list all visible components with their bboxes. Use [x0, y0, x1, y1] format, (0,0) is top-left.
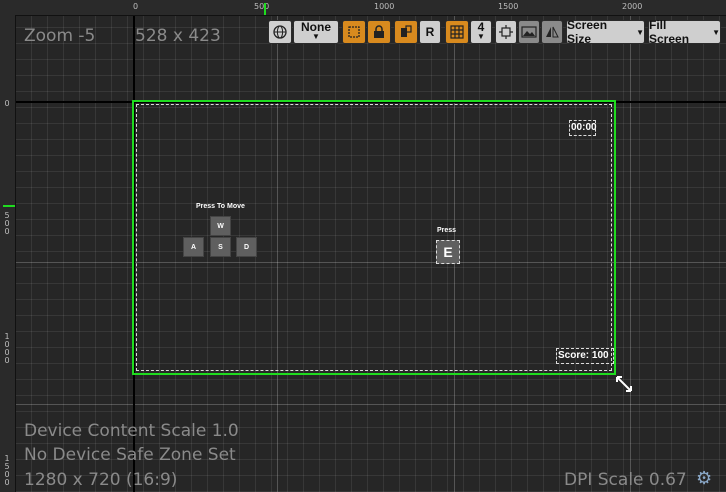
safe-zone-text: No Device Safe Zone Set	[24, 445, 236, 465]
lock-icon[interactable]	[367, 20, 391, 44]
key-label: S	[218, 243, 223, 251]
safe-area-outline	[136, 104, 612, 371]
localization-icon[interactable]	[394, 20, 418, 44]
ruler-tick-label: 2000	[622, 2, 643, 11]
grid-line	[16, 404, 726, 405]
respect-locks-label: R	[425, 25, 435, 39]
grid-icon[interactable]	[445, 20, 469, 44]
key-label: E	[443, 244, 453, 260]
score-text: Score: 100	[558, 350, 609, 361]
ruler-corner	[0, 0, 15, 15]
ruler-tick-label: 0	[4, 99, 10, 108]
key-label: W	[217, 222, 224, 230]
respect-locks-button[interactable]: R	[419, 20, 441, 44]
grid-line	[630, 16, 631, 492]
score-widget[interactable]: Score: 100	[556, 348, 614, 364]
viewport-resolution-text: 528 x 423	[135, 26, 221, 46]
key-d[interactable]: D	[236, 237, 257, 257]
ruler-tick-label: 1500	[4, 454, 10, 487]
dpi-scale-text: DPI Scale 0.67	[564, 470, 687, 490]
chevron-down-icon: ▼	[712, 27, 720, 37]
key-s[interactable]: S	[210, 237, 231, 257]
fill-screen-dropdown[interactable]: Fill Screen ▼	[648, 18, 721, 46]
ruler-tick-label: 0	[133, 2, 139, 11]
move-hint-title: Press To Move	[196, 203, 245, 210]
fill-screen-label: Fill Screen	[649, 18, 690, 46]
chevron-down-icon: ▼	[636, 27, 644, 37]
zoom-level-text: Zoom -5	[24, 26, 96, 46]
preview-mode-label: None	[301, 20, 331, 34]
ruler-cursor-marker	[3, 205, 15, 207]
key-e[interactable]: E	[436, 240, 460, 264]
globe-icon[interactable]	[268, 20, 292, 44]
device-content-scale-text: Device Content Scale 1.0	[24, 421, 239, 441]
chevron-down-icon: ▼	[312, 32, 320, 41]
mirror-icon[interactable]	[541, 20, 563, 44]
ruler-cursor-marker	[264, 3, 266, 15]
device-frame: 00:00 Press To Move W A S D Press E Scor…	[132, 100, 616, 375]
ruler-tick-label: 1500	[498, 2, 519, 11]
screen-size-label: Screen Size	[567, 18, 608, 46]
timer-text: 00:00	[571, 122, 597, 133]
preview-mode-dropdown[interactable]: None ▼	[293, 20, 339, 44]
chevron-down-icon: ▼	[477, 32, 485, 41]
key-label: A	[190, 243, 197, 251]
ruler-tick-label: 1000	[4, 332, 10, 365]
left-ruler: 0 500 1000 1500	[0, 15, 16, 492]
screen-size-text: 1280 x 720 (16:9)	[24, 470, 178, 490]
ruler-tick-label: 1000	[374, 2, 395, 11]
transform-icon[interactable]	[342, 20, 366, 44]
ruler-tick-label: 500	[4, 211, 10, 236]
screen-size-dropdown[interactable]: Screen Size ▼	[566, 18, 645, 46]
grid-snap-dropdown[interactable]: 4 ▼	[470, 20, 492, 44]
key-a[interactable]: A	[183, 237, 204, 257]
ruler-tick-label: 500	[254, 2, 270, 11]
key-w[interactable]: W	[210, 216, 231, 236]
timer-widget[interactable]: 00:00	[569, 120, 597, 136]
resize-icon[interactable]	[615, 375, 633, 393]
top-ruler: 0 500 1000 1500 2000	[0, 0, 726, 16]
gear-icon[interactable]: ⚙	[696, 470, 712, 488]
fit-icon[interactable]	[495, 20, 517, 44]
background-icon[interactable]	[518, 20, 540, 44]
grid-snap-value: 4	[477, 20, 485, 34]
key-label: D	[243, 243, 250, 251]
interact-hint-title: Press	[437, 227, 457, 234]
